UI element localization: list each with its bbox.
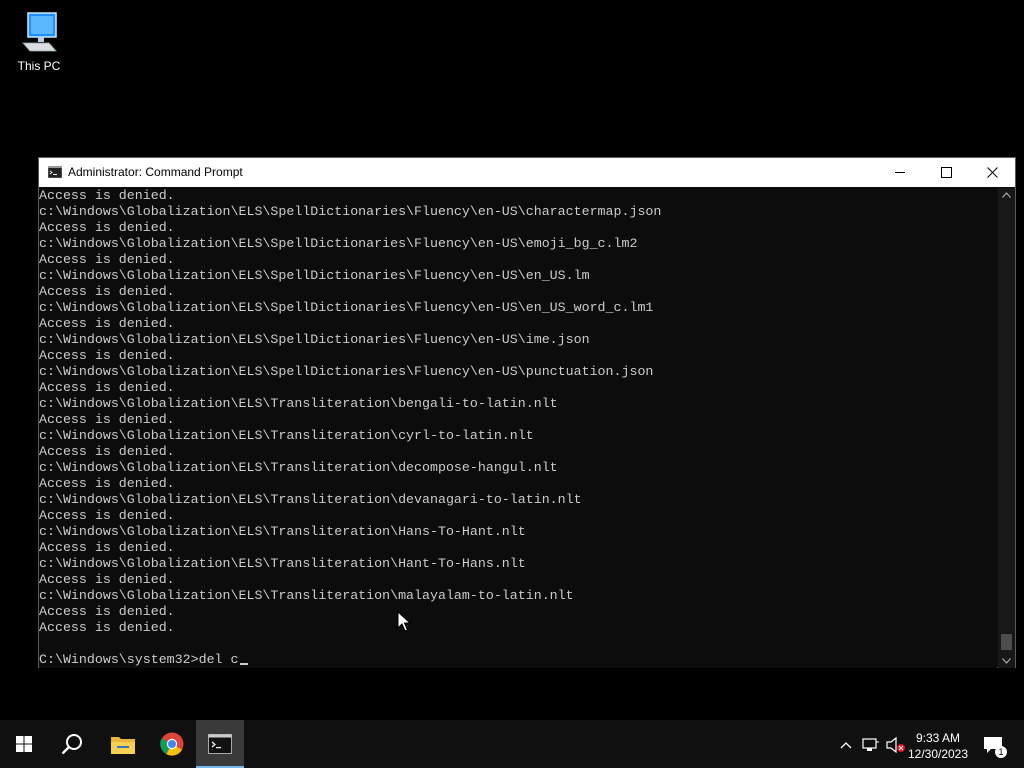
mouse-pointer-icon — [397, 611, 411, 632]
console-line: Access is denied. — [39, 508, 175, 523]
close-button[interactable] — [969, 158, 1015, 187]
console-line: c:\Windows\Globalization\ELS\SpellDictio… — [39, 332, 590, 347]
speaker-muted-icon[interactable] — [886, 737, 906, 753]
command-input[interactable]: del c — [199, 652, 239, 667]
vertical-scrollbar[interactable] — [998, 188, 1015, 668]
console-lines: Access is denied. c:\Windows\Globalizatio… — [39, 188, 997, 636]
console-line: c:\Windows\Globalization\ELS\Translitera… — [39, 556, 526, 571]
console-line: Access is denied. — [39, 348, 175, 363]
console-line: c:\Windows\Globalization\ELS\Translitera… — [39, 588, 574, 603]
maximize-button[interactable] — [923, 158, 969, 187]
console-line: c:\Windows\Globalization\ELS\SpellDictio… — [39, 300, 654, 315]
clock-time: 9:33 AM — [915, 731, 961, 745]
chevron-up-icon[interactable] — [840, 741, 852, 749]
title-bar[interactable]: Administrator: Command Prompt — [39, 158, 1015, 187]
console-line: Access is denied. — [39, 540, 175, 555]
desktop-icon-label: This PC — [17, 59, 61, 73]
desktop: This PC Administrator: Command Prompt Ac… — [0, 0, 1024, 720]
console-line: Access is denied. — [39, 604, 175, 619]
text-cursor — [239, 663, 248, 665]
taskbar: 9:33 AM 12/30/2023 1 — [0, 720, 1024, 768]
console-line: c:\Windows\Globalization\ELS\Translitera… — [39, 396, 558, 411]
notification-count-badge: 1 — [995, 746, 1007, 758]
console-output[interactable]: Access is denied. c:\Windows\Globalizatio… — [39, 188, 997, 668]
close-icon — [987, 167, 998, 178]
console-line: c:\Windows\Globalization\ELS\Translitera… — [39, 428, 534, 443]
command-prompt-taskbar-button[interactable] — [196, 720, 244, 768]
start-button[interactable] — [0, 720, 48, 768]
console-line: Access is denied. — [39, 620, 175, 635]
console-line: c:\Windows\Globalization\ELS\SpellDictio… — [39, 204, 662, 219]
search-icon — [61, 734, 82, 755]
console-line: c:\Windows\Globalization\ELS\Translitera… — [39, 492, 582, 507]
chrome-button[interactable] — [148, 720, 196, 768]
scrollbar-thumb[interactable] — [1001, 634, 1012, 650]
maximize-icon — [941, 167, 952, 178]
console-line: Access is denied. — [39, 572, 175, 587]
command-prompt-window: Administrator: Command Prompt Access is … — [38, 157, 1016, 668]
network-icon[interactable] — [862, 738, 880, 752]
console-line: Access is denied. — [39, 188, 175, 203]
cmd-icon — [208, 734, 232, 754]
console-line: c:\Windows\Globalization\ELS\SpellDictio… — [39, 236, 638, 251]
file-explorer-button[interactable] — [98, 720, 146, 768]
clock-date: 12/30/2023 — [907, 747, 969, 761]
command-prompt-path: C:\Windows\system32> — [39, 652, 199, 667]
window-title: Administrator: Command Prompt — [68, 165, 243, 179]
taskbar-clock[interactable]: 9:33 AM 12/30/2023 — [904, 730, 972, 762]
folder-icon — [111, 737, 135, 754]
search-button[interactable] — [48, 720, 96, 768]
console-line: Access is denied. — [39, 252, 175, 267]
system-tray — [836, 720, 906, 768]
console-line: c:\Windows\Globalization\ELS\SpellDictio… — [39, 268, 590, 283]
console-line: Access is denied. — [39, 316, 175, 331]
minimize-icon — [895, 172, 905, 173]
console-line: c:\Windows\Globalization\ELS\Translitera… — [39, 460, 558, 475]
desktop-icon-this-pc[interactable]: This PC — [8, 8, 70, 76]
console-line: Access is denied. — [39, 380, 175, 395]
scroll-up-arrow-icon[interactable] — [1002, 192, 1011, 198]
console-line: Access is denied. — [39, 444, 175, 459]
console-line: Access is denied. — [39, 220, 175, 235]
windows-start-icon — [16, 736, 32, 752]
cmd-icon — [48, 166, 62, 178]
computer-icon — [22, 12, 57, 52]
console-line: c:\Windows\Globalization\ELS\Translitera… — [39, 524, 526, 539]
command-input-line[interactable]: C:\Windows\system32>del c — [39, 652, 248, 668]
console-line: c:\Windows\Globalization\ELS\SpellDictio… — [39, 364, 654, 379]
console-line: Access is denied. — [39, 412, 175, 427]
console-line: Access is denied. — [39, 476, 175, 491]
minimize-button[interactable] — [877, 158, 923, 187]
chrome-icon — [160, 732, 184, 756]
scroll-down-arrow-icon[interactable] — [1002, 658, 1011, 664]
console-line: Access is denied. — [39, 284, 175, 299]
